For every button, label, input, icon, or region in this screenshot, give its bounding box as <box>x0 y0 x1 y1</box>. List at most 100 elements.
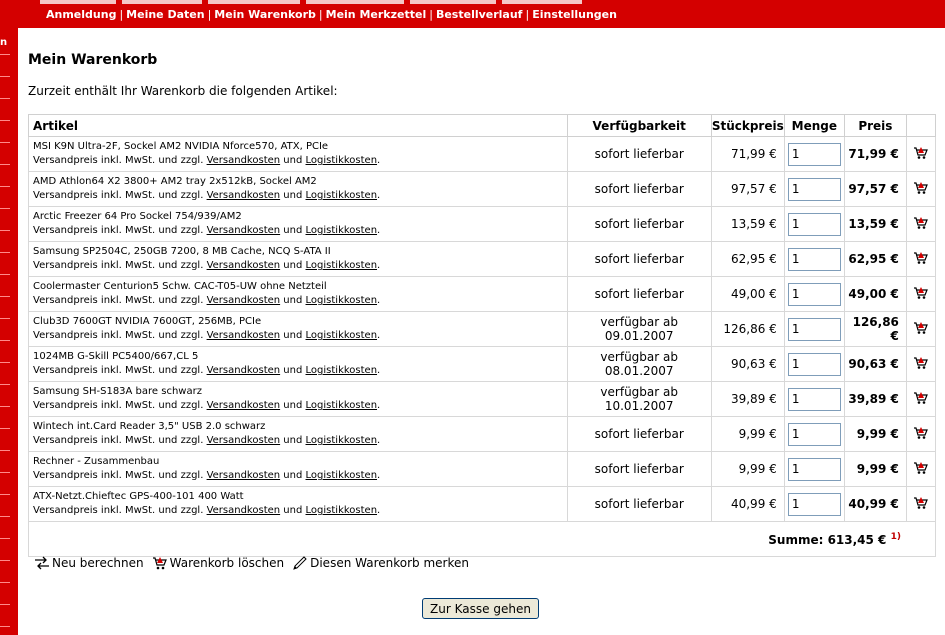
remove-item-cell <box>905 346 937 382</box>
remove-from-cart-icon[interactable] <box>913 251 929 264</box>
remove-from-cart-icon[interactable] <box>913 216 929 229</box>
page-title: Mein Warenkorb <box>28 52 158 68</box>
shipping-costs-link[interactable]: Versandkosten <box>207 435 281 446</box>
sidebar-divider <box>0 428 10 429</box>
shipping-and: und <box>283 505 303 516</box>
quantity-input[interactable] <box>787 247 841 271</box>
shipping-note: Versandpreis inkl. MwSt. und zzgl. Versa… <box>33 400 381 411</box>
nav-item-anmeldung[interactable]: Anmeldung <box>46 8 116 21</box>
shipping-prefix: Versandpreis inkl. MwSt. und zzgl. <box>33 505 204 516</box>
sidebar-divider <box>0 406 10 407</box>
shipping-costs-link[interactable]: Versandkosten <box>207 365 281 376</box>
remove-item-cell <box>905 451 937 487</box>
item-availability: verfügbar ab 09.01.2007 <box>566 311 712 347</box>
remember-cart-button[interactable]: Diesen Warenkorb merken <box>292 556 469 570</box>
quantity-input[interactable] <box>787 492 841 516</box>
nav-item-mein-merkzettel[interactable]: Mein Merkzettel <box>326 8 427 21</box>
item-price: 97,57 € <box>843 171 907 207</box>
recalculate-button[interactable]: Neu berechnen <box>34 556 144 570</box>
logistics-costs-link[interactable]: Logistikkosten <box>306 435 378 446</box>
shipping-costs-link[interactable]: Versandkosten <box>207 295 281 306</box>
shipping-costs-link[interactable]: Versandkosten <box>207 400 281 411</box>
nav-item-mein-warenkorb[interactable]: Mein Warenkorb <box>214 8 316 21</box>
item-availability: verfügbar ab 08.01.2007 <box>566 346 712 382</box>
logistics-costs-link[interactable]: Logistikkosten <box>306 505 378 516</box>
item-name: 1024MB G-Skill PC5400/667,CL 5 <box>33 351 199 362</box>
clear-cart-button[interactable]: Warenkorb löschen <box>152 556 284 570</box>
item-availability: sofort lieferbar <box>566 206 712 242</box>
shipping-note: Versandpreis inkl. MwSt. und zzgl. Versa… <box>33 155 381 166</box>
item-quantity-cell <box>783 171 845 207</box>
shipping-costs-link[interactable]: Versandkosten <box>207 505 281 516</box>
quantity-input[interactable] <box>787 457 841 481</box>
shipping-and: und <box>283 295 303 306</box>
sidebar-divider <box>0 98 10 99</box>
checkout-button[interactable]: Zur Kasse gehen <box>422 598 539 619</box>
item-quantity-cell <box>783 241 845 277</box>
cart-sum-row: Summe: 613,45 € 1) <box>28 521 936 557</box>
remove-from-cart-icon[interactable] <box>913 356 929 369</box>
remember-cart-label: Diesen Warenkorb merken <box>310 556 469 570</box>
logistics-costs-link[interactable]: Logistikkosten <box>306 470 378 481</box>
cart-item-cell: Samsung SH-S183A bare schwarz Versandprei… <box>28 381 568 417</box>
shipping-and: und <box>283 365 303 376</box>
shipping-costs-link[interactable]: Versandkosten <box>207 330 281 341</box>
shipping-costs-link[interactable]: Versandkosten <box>207 225 281 236</box>
cart-item-cell: Coolermaster Centurion5 Schw. CAC-T05-UW… <box>28 276 568 312</box>
item-quantity-cell <box>783 311 845 347</box>
logistics-costs-link[interactable]: Logistikkosten <box>306 295 378 306</box>
sidebar-divider <box>0 450 10 451</box>
sidebar-divider <box>0 494 10 495</box>
item-quantity-cell <box>783 486 845 522</box>
quantity-input[interactable] <box>787 177 841 201</box>
quantity-input[interactable] <box>787 142 841 166</box>
shipping-costs-link[interactable]: Versandkosten <box>207 470 281 481</box>
nav-item-meine-daten[interactable]: Meine Daten <box>126 8 204 21</box>
remove-from-cart-icon[interactable] <box>913 426 929 439</box>
remove-from-cart-icon[interactable] <box>913 391 929 404</box>
remove-from-cart-icon[interactable] <box>913 286 929 299</box>
nav-item-bestellverlauf[interactable]: Bestellverlauf <box>436 8 523 21</box>
quantity-input[interactable] <box>787 317 841 341</box>
remove-from-cart-icon[interactable] <box>913 181 929 194</box>
logistics-costs-link[interactable]: Logistikkosten <box>306 225 378 236</box>
shipping-costs-link[interactable]: Versandkosten <box>207 155 281 166</box>
item-name: Samsung SP2504C, 250GB 7200, 8 MB Cache,… <box>33 246 331 257</box>
item-availability: sofort lieferbar <box>566 451 712 487</box>
logistics-costs-link[interactable]: Logistikkosten <box>306 365 378 376</box>
shipping-costs-link[interactable]: Versandkosten <box>207 260 281 271</box>
remove-from-cart-icon[interactable] <box>913 461 929 474</box>
shipping-prefix: Versandpreis inkl. MwSt. und zzgl. <box>33 330 204 341</box>
logistics-costs-link[interactable]: Logistikkosten <box>306 155 378 166</box>
quantity-input[interactable] <box>787 212 841 236</box>
shipping-and: und <box>283 260 303 271</box>
item-price: 49,00 € <box>843 276 907 312</box>
remove-from-cart-icon[interactable] <box>913 146 929 159</box>
nav-item-einstellungen[interactable]: Einstellungen <box>532 8 617 21</box>
quantity-input[interactable] <box>787 352 841 376</box>
item-unit-price: 126,86 € <box>710 311 785 347</box>
remove-from-cart-icon[interactable] <box>913 321 929 334</box>
nav-separator: | <box>525 8 530 21</box>
remove-from-cart-icon[interactable] <box>913 496 929 509</box>
item-unit-price: 71,99 € <box>710 136 785 172</box>
quantity-input[interactable] <box>787 387 841 411</box>
logistics-costs-link[interactable]: Logistikkosten <box>306 190 378 201</box>
shipping-prefix: Versandpreis inkl. MwSt. und zzgl. <box>33 190 204 201</box>
nav-separator: | <box>429 8 433 21</box>
shipping-costs-link[interactable]: Versandkosten <box>207 190 281 201</box>
recalculate-label: Neu berechnen <box>52 556 144 570</box>
logistics-costs-link[interactable]: Logistikkosten <box>306 260 378 271</box>
item-unit-price: 13,59 € <box>710 206 785 242</box>
remove-item-cell <box>905 241 937 277</box>
item-unit-price: 49,00 € <box>710 276 785 312</box>
item-name: Club3D 7600GT NVIDIA 7600GT, 256MB, PCIe <box>33 316 262 327</box>
logistics-costs-link[interactable]: Logistikkosten <box>306 330 378 341</box>
quantity-input[interactable] <box>787 422 841 446</box>
logistics-costs-link[interactable]: Logistikkosten <box>306 400 378 411</box>
quantity-input[interactable] <box>787 282 841 306</box>
shipping-and: und <box>283 190 303 201</box>
sidebar-divider <box>0 560 10 561</box>
remove-item-cell <box>905 136 937 172</box>
item-quantity-cell <box>783 381 845 417</box>
